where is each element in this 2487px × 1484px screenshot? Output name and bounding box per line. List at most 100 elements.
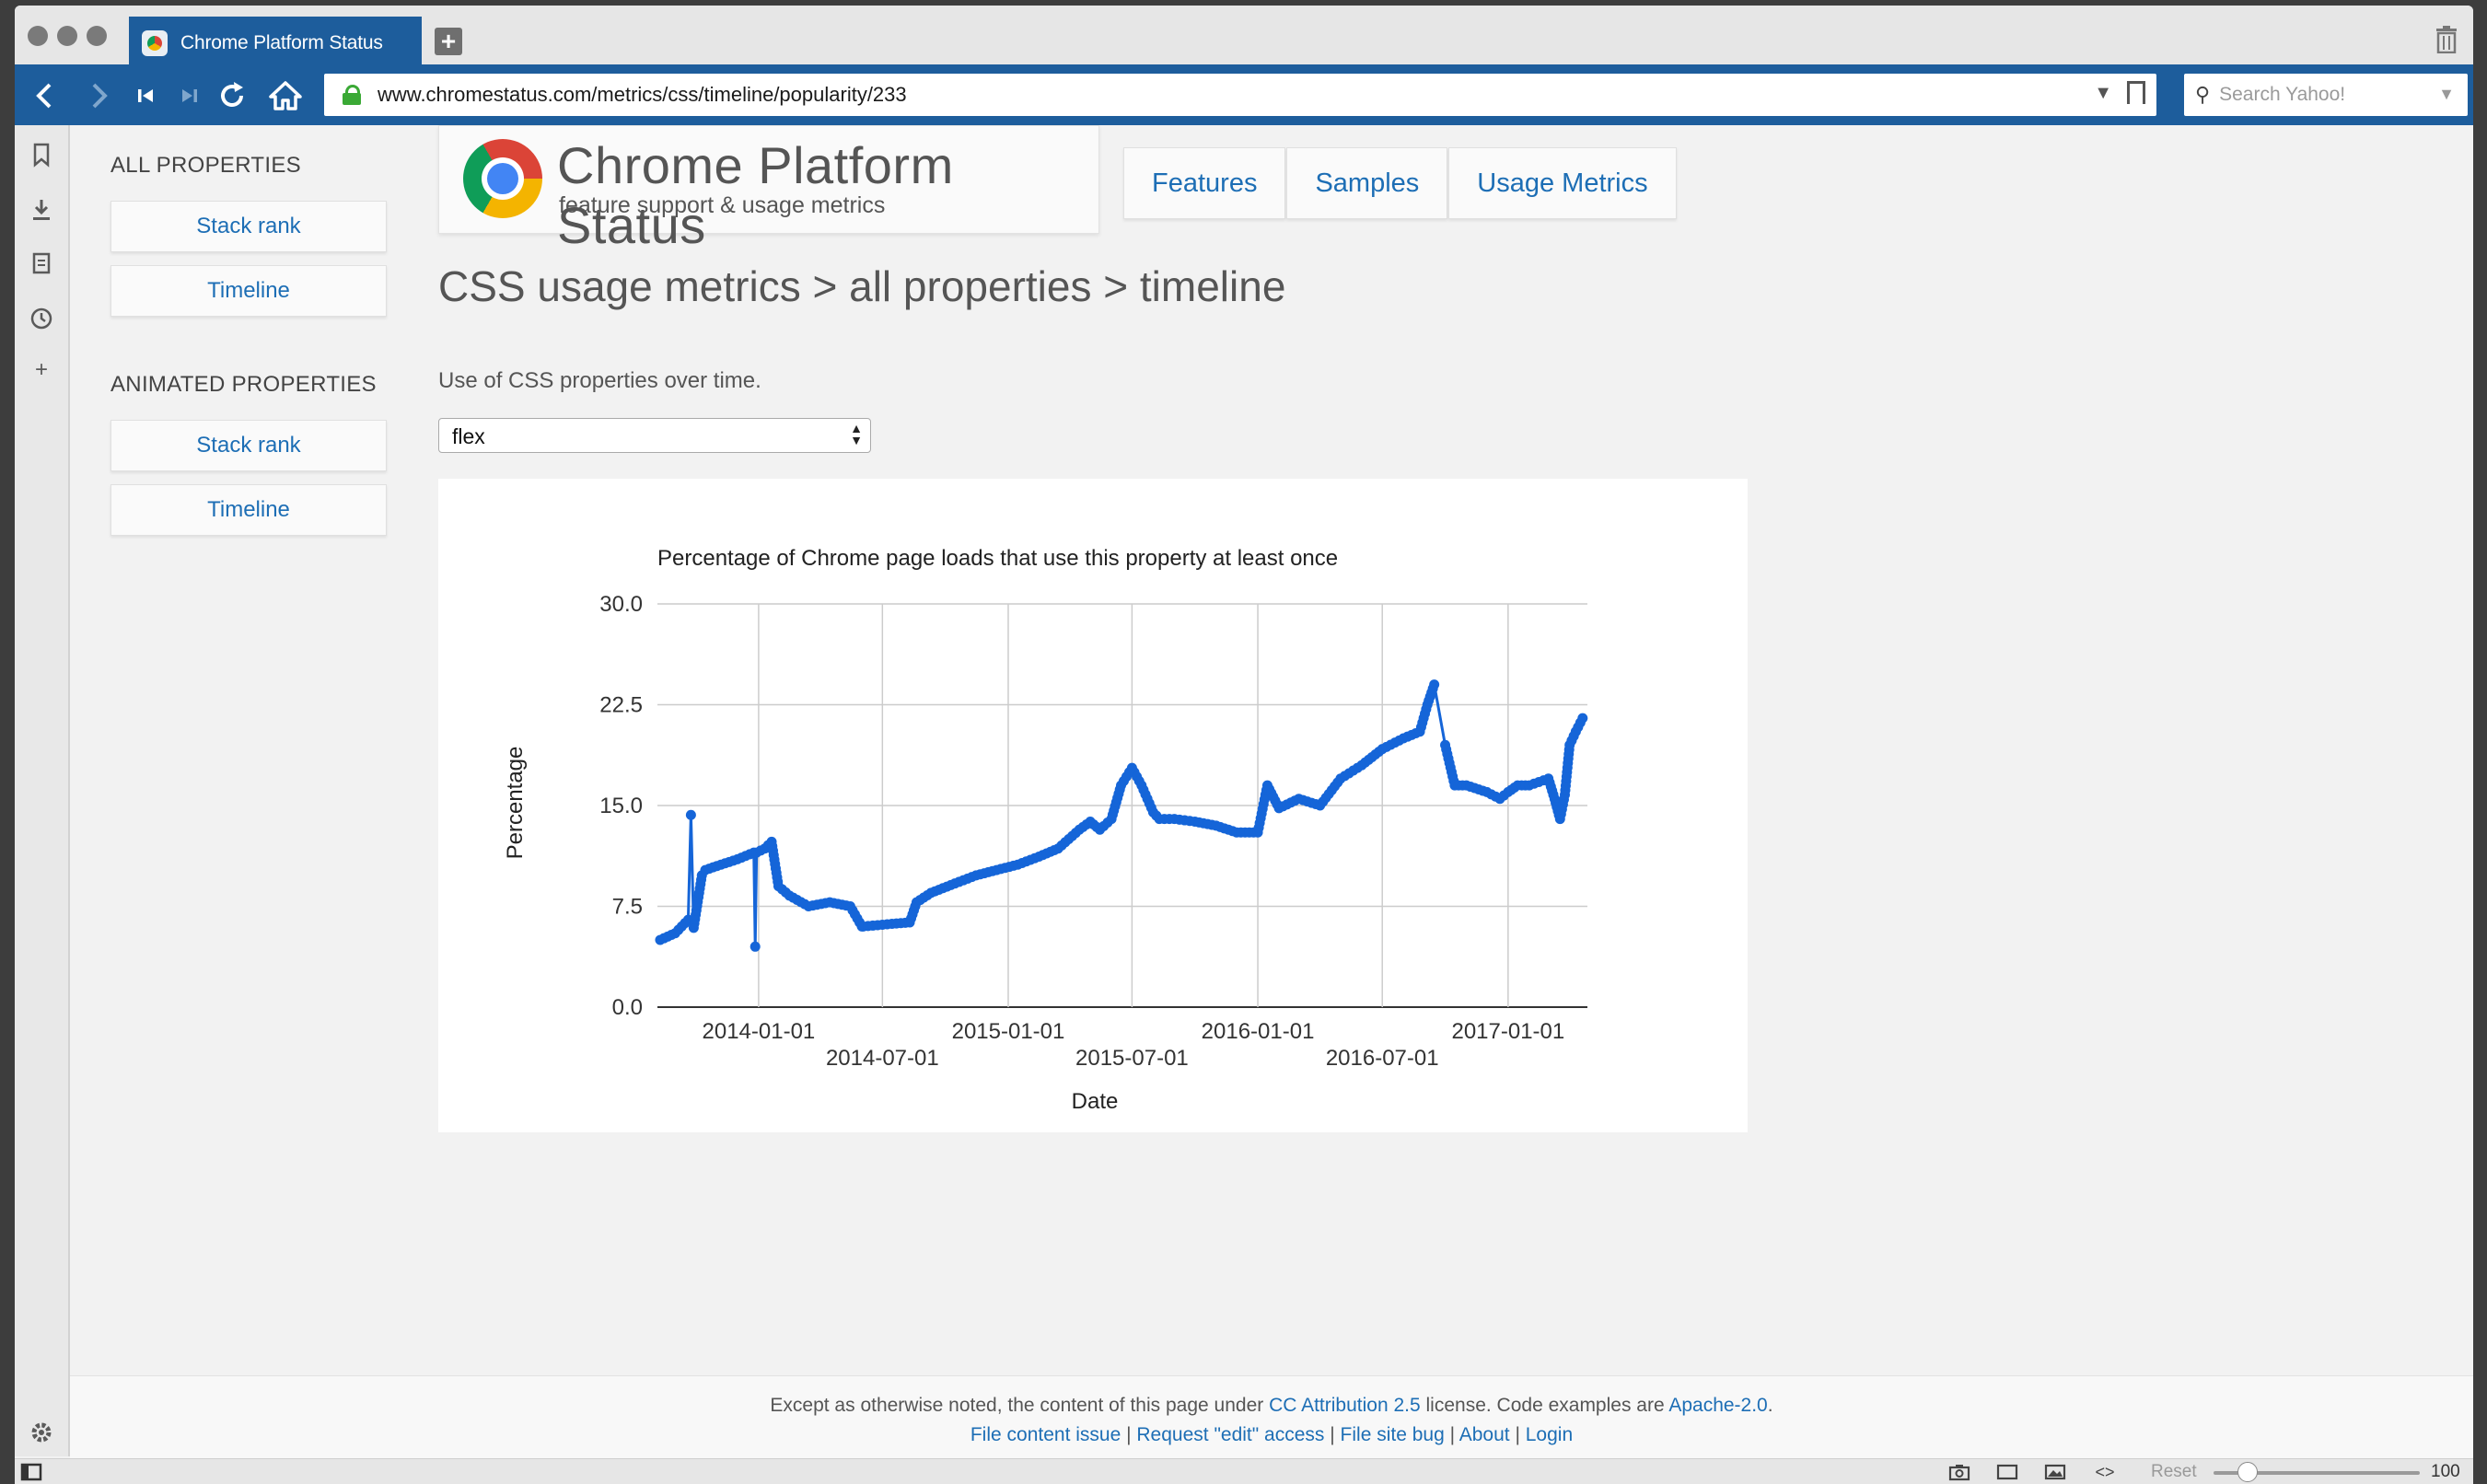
x-tick-label: 2016-01-01: [1202, 1019, 1315, 1044]
lock-icon: [343, 85, 361, 105]
cc-attribution-link[interactable]: CC Attribution 2.5: [1269, 1395, 1421, 1416]
status-bar: <> Reset 100 %: [15, 1458, 2473, 1484]
usage-timeline-chart: Percentage of Chrome page loads that use…: [503, 546, 1588, 1114]
footer-separator: |: [1324, 1424, 1341, 1445]
usage-metrics-nav-button[interactable]: Usage Metrics: [1448, 147, 1677, 219]
bookmark-icon[interactable]: [2127, 81, 2145, 104]
browser-window: Chrome Platform Status + www.chromestatu…: [15, 6, 2473, 1484]
downloads-panel-icon[interactable]: [29, 197, 54, 223]
zoom-level: 100 %: [2431, 1462, 2460, 1484]
zoom-slider-handle[interactable]: [2237, 1462, 2258, 1482]
chart-title: Percentage of Chrome page loads that use…: [657, 546, 1338, 571]
samples-nav-button[interactable]: Samples: [1286, 147, 1448, 219]
apache-license-link[interactable]: Apache-2.0: [1668, 1395, 1767, 1416]
zoom-window-button[interactable]: [87, 26, 107, 46]
page-actions-icon[interactable]: <>: [2092, 1463, 2118, 1481]
license-prefix: Except as otherwise noted, the content o…: [770, 1395, 1270, 1416]
license-line: Except as otherwise noted, the content o…: [70, 1395, 2473, 1417]
site-brand[interactable]: Chrome Platform Status feature support &…: [438, 125, 1099, 254]
animated-timeline-button[interactable]: Timeline: [110, 484, 387, 536]
page-content: ALL PROPERTIES Stack rank Timeline ANIMA…: [70, 125, 2473, 1377]
animated-stack-rank-button[interactable]: Stack rank: [110, 420, 387, 471]
features-nav-button[interactable]: Features: [1123, 147, 1286, 219]
search-icon: ⚲: [2195, 83, 2211, 106]
browser-tab[interactable]: Chrome Platform Status: [129, 17, 422, 70]
panel-toggle-icon[interactable]: [18, 1463, 44, 1481]
property-select-value: flex: [452, 424, 485, 448]
close-window-button[interactable]: [28, 26, 48, 46]
images-icon[interactable]: [2042, 1463, 2068, 1481]
y-tick-label: 0.0: [612, 995, 643, 1020]
search-engine-dropdown-icon[interactable]: ▼: [2438, 85, 2455, 104]
x-tick-label: 2017-01-01: [1451, 1019, 1564, 1044]
tiling-icon[interactable]: [1994, 1463, 2020, 1481]
series-line: [659, 683, 1585, 948]
url-text: www.chromestatus.com/metrics/css/timelin…: [378, 83, 907, 106]
x-axis-label: Date: [1072, 1089, 1119, 1114]
add-panel-icon[interactable]: +: [29, 357, 54, 383]
home-icon[interactable]: [267, 77, 304, 114]
url-history-dropdown-icon[interactable]: ▼: [2094, 83, 2112, 104]
x-tick-label: 2016-07-01: [1326, 1046, 1439, 1071]
new-tab-button[interactable]: +: [435, 28, 462, 55]
y-tick-label: 15.0: [599, 794, 643, 818]
all-stack-rank-button[interactable]: Stack rank: [110, 201, 387, 252]
camera-icon[interactable]: [1947, 1463, 1972, 1481]
notes-panel-icon[interactable]: [29, 250, 54, 276]
footer-separator: |: [1509, 1424, 1526, 1445]
page-title: CSS usage metrics > all properties > tim…: [438, 262, 1286, 310]
select-arrows-icon: ▲ ▼: [850, 421, 863, 447]
trash-icon[interactable]: [2435, 26, 2458, 53]
address-bar[interactable]: www.chromestatus.com/metrics/css/timelin…: [324, 74, 2156, 116]
y-axis-label: Percentage: [503, 747, 528, 860]
all-properties-heading: ALL PROPERTIES: [110, 153, 301, 178]
x-tick-label: 2014-07-01: [826, 1046, 939, 1071]
forward-arrow-icon[interactable]: [79, 77, 116, 114]
request-edit-access-link[interactable]: Request "edit" access: [1136, 1424, 1324, 1445]
skip-first-icon[interactable]: [127, 77, 164, 114]
panel-strip: +: [15, 125, 70, 1456]
history-panel-icon[interactable]: [29, 306, 54, 331]
page-footer: Except as otherwise noted, the content o…: [70, 1375, 2473, 1461]
zoom-reset-button[interactable]: Reset: [2151, 1462, 2197, 1482]
search-input[interactable]: ⚲ Search Yahoo! ▼: [2184, 74, 2468, 116]
license-middle: license. Code examples are: [1420, 1395, 1669, 1416]
animated-properties-heading: ANIMATED PROPERTIES: [110, 372, 377, 397]
top-navigation: Features Samples Usage Metrics: [1123, 147, 1678, 219]
data-point: [750, 941, 761, 952]
minimize-window-button[interactable]: [57, 26, 77, 46]
about-link[interactable]: About: [1459, 1424, 1510, 1445]
login-link[interactable]: Login: [1526, 1424, 1573, 1445]
license-suffix: .: [1767, 1395, 1773, 1416]
page-intro: Use of CSS properties over time.: [438, 368, 761, 393]
x-tick-label: 2015-01-01: [952, 1019, 1065, 1044]
navigation-bar: www.chromestatus.com/metrics/css/timelin…: [15, 64, 2473, 125]
footer-links: File content issue | Request "edit" acce…: [70, 1424, 2473, 1446]
tab-title: Chrome Platform Status: [180, 32, 383, 53]
x-tick-label: 2014-01-01: [703, 1019, 816, 1044]
site-subtitle: feature support & usage metrics: [559, 192, 886, 218]
bookmarks-panel-icon[interactable]: [29, 142, 54, 168]
data-point: [1429, 679, 1440, 690]
y-tick-label: 7.5: [612, 895, 643, 920]
property-select[interactable]: flex ▲ ▼: [438, 418, 871, 453]
y-tick-label: 22.5: [599, 693, 643, 718]
gear-icon[interactable]: [29, 1420, 54, 1445]
file-content-issue-link[interactable]: File content issue: [970, 1424, 1121, 1445]
title-bar: Chrome Platform Status +: [15, 6, 2473, 70]
chrome-logo-icon: [463, 139, 542, 218]
file-site-bug-link[interactable]: File site bug: [1341, 1424, 1445, 1445]
chrome-favicon-icon: [142, 30, 168, 56]
search-placeholder: Search Yahoo!: [2219, 84, 2346, 105]
back-arrow-icon[interactable]: [28, 77, 64, 114]
y-tick-label: 30.0: [599, 592, 643, 617]
footer-separator: |: [1121, 1424, 1137, 1445]
reload-icon[interactable]: [214, 77, 250, 114]
data-point: [685, 809, 696, 820]
chart-container: Percentage of Chrome page loads that use…: [438, 479, 1748, 1132]
footer-separator: |: [1444, 1424, 1459, 1445]
data-point: [1577, 713, 1588, 724]
x-tick-label: 2015-07-01: [1075, 1046, 1189, 1071]
all-timeline-button[interactable]: Timeline: [110, 265, 387, 317]
skip-last-icon[interactable]: [171, 77, 208, 114]
